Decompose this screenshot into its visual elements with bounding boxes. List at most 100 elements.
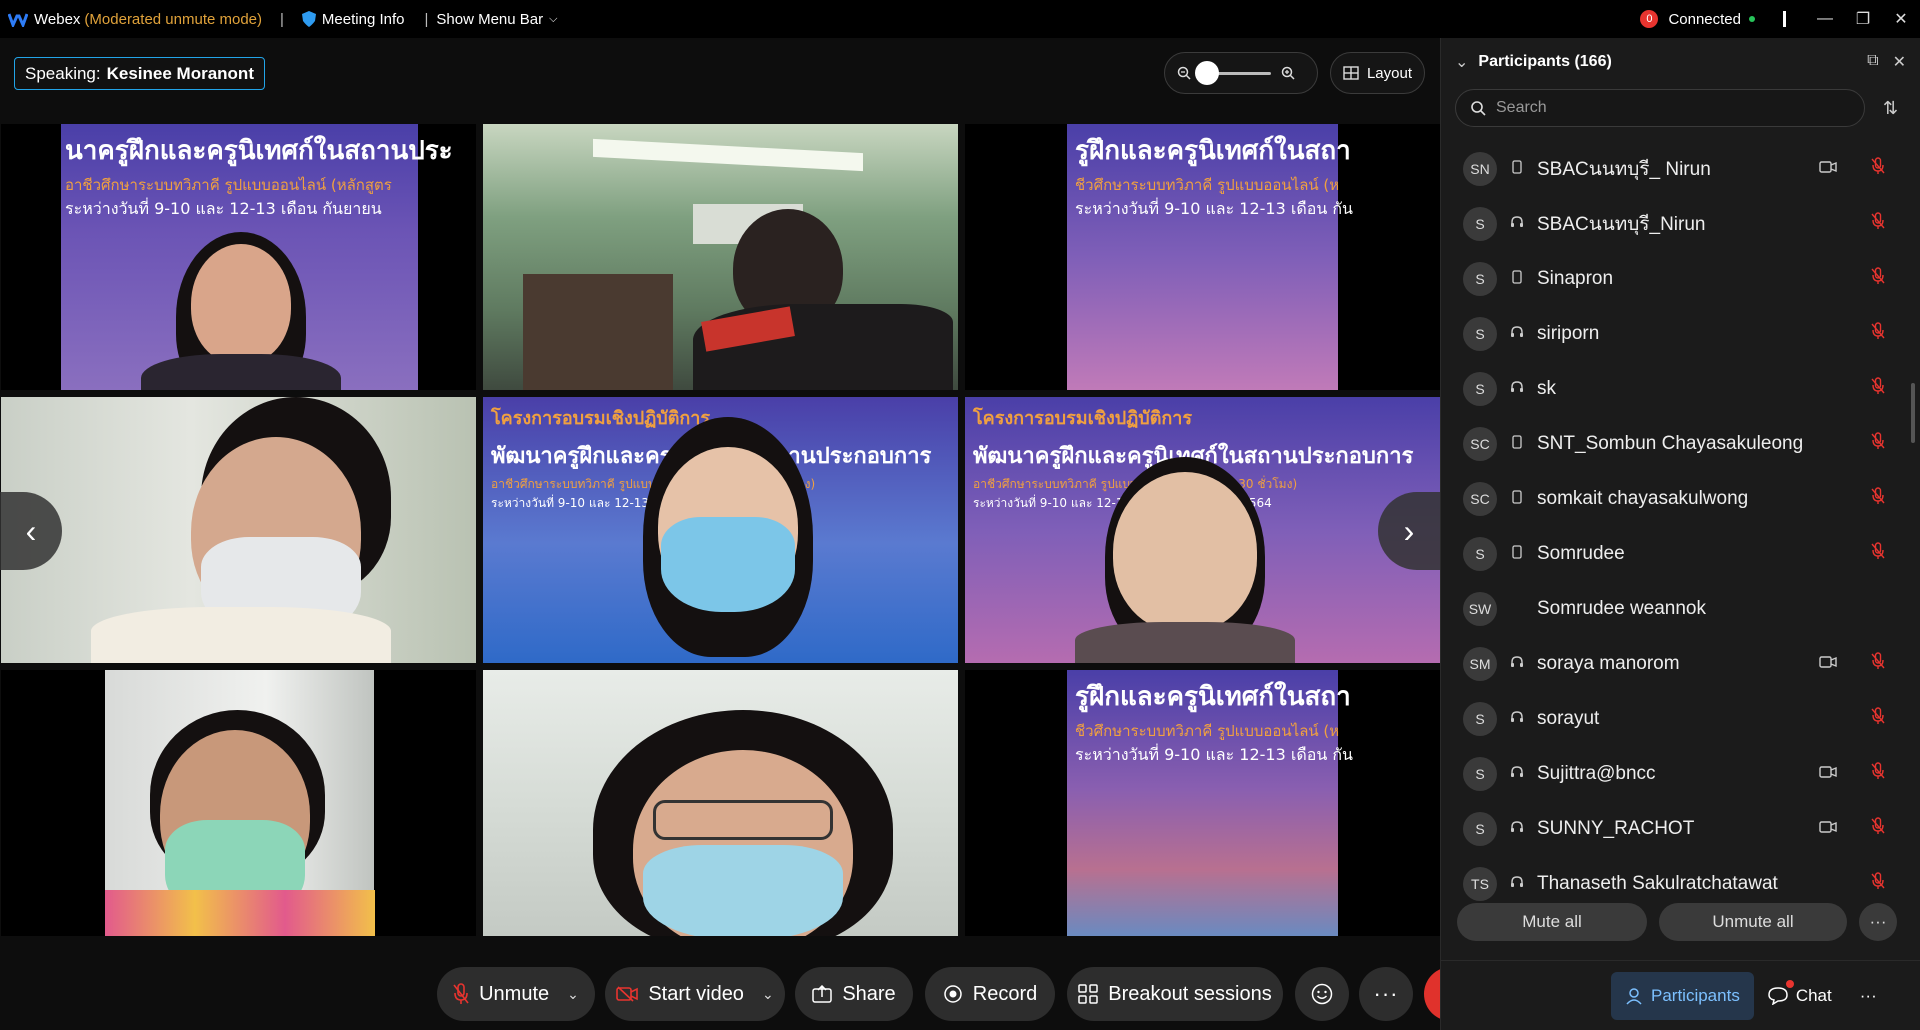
mic-muted-icon[interactable] — [1871, 872, 1887, 892]
start-video-button[interactable]: Start video ⌄ — [605, 967, 785, 1021]
participant-row[interactable]: SN SBACนนทบุรี_ Nirun — [1441, 141, 1920, 196]
avatar: SM — [1463, 646, 1497, 681]
mic-muted-icon[interactable] — [1871, 267, 1887, 287]
chevron-down-icon: ⌵ — [549, 12, 558, 25]
participant-row[interactable]: S Sinapron — [1441, 251, 1920, 306]
video-tile[interactable]: โครงการอบรมเชิงปฏิบัติการ พัฒนาครูฝึกและ… — [965, 397, 1440, 663]
smiley-icon — [1311, 983, 1333, 1005]
banner-title: รูฝึกและครูนิเทศก์ในสถา — [1075, 682, 1351, 712]
tab-participants[interactable]: Participants — [1611, 971, 1754, 1020]
share-button[interactable]: Share — [795, 967, 913, 1021]
app-name: Webex — [34, 10, 81, 28]
share-icon — [812, 985, 833, 1003]
breakout-label: Breakout sessions — [1108, 982, 1272, 1005]
show-menu-bar-button[interactable]: Show Menu Bar ⌵ — [436, 11, 557, 28]
layout-button[interactable]: Layout — [1330, 52, 1425, 94]
video-feed: โครงการอบรมเชิงปฏิบัติการ พัฒนาครูฝึกและ… — [965, 397, 1440, 663]
mic-muted-icon[interactable] — [1871, 652, 1887, 672]
more-options-button[interactable]: ··· — [1859, 903, 1897, 941]
participant-name: SNT_Sombun Chayasakuleong — [1537, 432, 1804, 454]
more-panels-button[interactable]: ··· — [1846, 972, 1891, 1020]
participant-row[interactable]: SW Somrudee weannok — [1441, 581, 1920, 636]
zoom-slider-knob[interactable] — [1195, 60, 1219, 85]
video-tile[interactable] — [483, 670, 958, 936]
video-tile[interactable]: นาครูฝึกและครูนิเทศก์ในสถานประ อาชีวศึกษ… — [1, 124, 476, 390]
scrollbar[interactable] — [1911, 383, 1915, 443]
headset-icon — [1505, 875, 1529, 892]
video-tile[interactable]: โครงการอบรมเชิงปฏิบัติการ พัฒนาครูฝึกและ… — [483, 397, 958, 663]
participant-row[interactable]: SM soraya manorom — [1441, 636, 1920, 691]
participant-name: soraya manorom — [1537, 652, 1680, 674]
participant-name: Sujittra@bncc — [1537, 762, 1656, 784]
participant-row[interactable]: S SUNNY_RACHOT — [1441, 801, 1920, 856]
record-button[interactable]: Record — [925, 967, 1055, 1021]
participant-row[interactable]: S Somrudee — [1441, 526, 1920, 581]
divider: | — [424, 10, 429, 28]
banner-title: นาครูฝึกและครูนิเทศก์ในสถานประ — [65, 136, 453, 166]
video-feed: โครงการอบรมเชิงปฏิบัติการ พัฒนาครูฝึกและ… — [483, 397, 958, 663]
avatar: S — [1463, 536, 1497, 571]
participant-row[interactable]: Ssk — [1441, 361, 1920, 416]
zoom-out-icon[interactable] — [1177, 66, 1191, 80]
collapse-chevron-icon[interactable]: ⌄ — [1455, 52, 1468, 72]
mic-muted-icon[interactable] — [1871, 487, 1887, 507]
mic-muted-icon[interactable] — [1871, 377, 1887, 397]
close-icon[interactable]: ✕ — [1893, 52, 1906, 72]
participant-row[interactable]: S SBACนนทบุรี_Nirun — [1441, 196, 1920, 251]
participant-shoulders — [1075, 622, 1295, 663]
tab-chat[interactable]: Chat — [1754, 972, 1846, 1020]
video-tile[interactable]: รูฝึกและครูนิเทศก์ในสถา ชีวศึกษาระบบทวิภ… — [965, 670, 1440, 936]
chevron-down-icon[interactable]: ⌄ — [762, 986, 774, 1003]
breakout-sessions-button[interactable]: Breakout sessions — [1067, 967, 1283, 1021]
more-options-button[interactable]: ··· — [1359, 967, 1413, 1021]
zoom-slider[interactable] — [1195, 60, 1271, 85]
title-bar-right: 0 Connected — ❐ ✕ — [1640, 0, 1920, 38]
mic-muted-icon[interactable] — [1871, 707, 1887, 727]
participant-name: Somrudee weannok — [1537, 597, 1706, 619]
video-tile[interactable] — [1, 670, 476, 936]
meeting-info-button[interactable]: Meeting Info — [301, 11, 404, 28]
mic-muted-icon[interactable] — [1871, 432, 1887, 452]
avatar: SC — [1463, 481, 1497, 516]
shelf — [523, 274, 673, 390]
video-tile[interactable] — [1, 397, 476, 663]
speaking-indicator: Speaking: Kesinee Moranont — [14, 57, 265, 90]
minimize-icon[interactable]: — — [1806, 0, 1844, 38]
participant-row[interactable]: Ssorayut — [1441, 691, 1920, 746]
zoom-in-icon[interactable] — [1281, 66, 1295, 80]
video-camera-icon — [1819, 765, 1839, 779]
pop-out-icon[interactable]: ⧉ — [1867, 52, 1878, 72]
participant-row[interactable]: SC SNT_Sombun Chayasakuleong — [1441, 416, 1920, 471]
video-feed — [105, 670, 375, 936]
restore-icon[interactable]: ❐ — [1844, 0, 1882, 38]
reactions-button[interactable] — [1295, 967, 1349, 1021]
banner-subtitle: ชีวศึกษาระบบทวิภาคี รูปแบบออนไลน์ (ห — [1075, 722, 1340, 740]
mic-muted-icon[interactable] — [1871, 157, 1887, 177]
close-icon[interactable]: ✕ — [1882, 0, 1920, 38]
layout-label: Layout — [1366, 64, 1413, 82]
banner-subtitle: ชีวศึกษาระบบทวิภาคี รูปแบบออนไลน์ (ห — [1075, 176, 1340, 194]
participant-shoulders — [91, 607, 391, 663]
mic-muted-icon[interactable] — [1871, 817, 1887, 837]
participant-name: siriporn — [1537, 322, 1600, 344]
participant-name: SBACนนทบุรี_ Nirun — [1537, 158, 1711, 180]
video-tile[interactable] — [483, 124, 958, 390]
unmute-all-button[interactable]: Unmute all — [1659, 903, 1847, 941]
participant-row[interactable]: SC somkait chayasakulwong — [1441, 471, 1920, 526]
mic-muted-icon[interactable] — [1871, 762, 1887, 782]
mic-muted-icon[interactable] — [1871, 322, 1887, 342]
mic-muted-icon[interactable] — [1871, 542, 1887, 562]
chevron-down-icon[interactable]: ⌄ — [567, 986, 579, 1003]
participant-row[interactable]: S Sujittra@bncc — [1441, 746, 1920, 801]
participant-face — [1113, 472, 1257, 632]
mute-all-button[interactable]: Mute all — [1457, 903, 1647, 941]
unmute-button[interactable]: Unmute ⌄ — [437, 967, 595, 1021]
video-feed — [483, 670, 958, 936]
sort-icon[interactable]: ⇅ — [1883, 98, 1898, 119]
participant-row[interactable]: Ssiriporn — [1441, 306, 1920, 361]
mic-muted-icon[interactable] — [1871, 212, 1887, 232]
search-input[interactable]: Search — [1455, 89, 1865, 127]
video-tile[interactable]: รูฝึกและครูนิเทศก์ในสถา ชีวศึกษาระบบทวิภ… — [965, 124, 1440, 390]
video-feed: นาครูฝึกและครูนิเทศก์ในสถานประ อาชีวศึกษ… — [61, 124, 453, 390]
banner-subtitle: อาชีวศึกษาระบบทวิภาคี รูปแบบออนไลน์ (หลั… — [65, 176, 392, 194]
